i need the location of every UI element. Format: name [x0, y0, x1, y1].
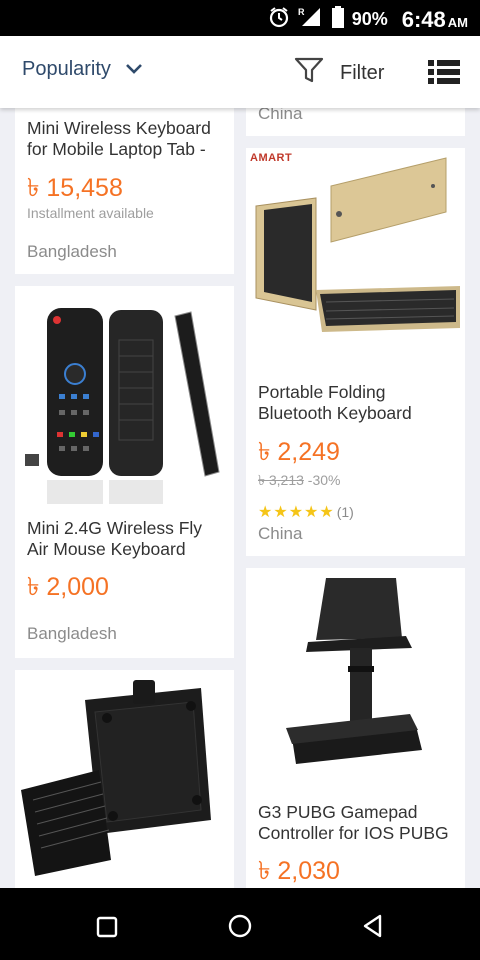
clock: 6:48 [401, 6, 446, 32]
product-title: Mini Wireless Keyboard [27, 118, 211, 138]
chevron-down-icon [125, 58, 143, 81]
installment-note: Installment available [27, 205, 154, 221]
product-image [286, 578, 422, 764]
signal-icon: R [298, 6, 324, 33]
list-view-icon[interactable] [428, 58, 460, 86]
star-icon: ★ [304, 504, 319, 521]
filter-button[interactable]: Filter [294, 56, 384, 90]
product-card[interactable]: China [246, 108, 465, 136]
battery-icon [331, 6, 344, 33]
product-title: Portable Folding [258, 382, 386, 402]
product-card[interactable]: Mini 2.4G Wireless Fly Air Mouse Keyboar… [15, 286, 234, 658]
product-grid: Mini Wireless Keyboard for Mobile Laptop… [0, 108, 480, 888]
sort-label: Popularity [22, 58, 111, 80]
star-rating: ★ ★ ★ ★ ★ (1) [258, 502, 354, 522]
product-image [25, 308, 220, 504]
product-card[interactable]: AMART Portable Folding Bluetooth Keyboar… [246, 148, 465, 556]
recents-square-icon[interactable] [96, 916, 118, 943]
alarm-icon [268, 6, 290, 33]
sort-dropdown[interactable]: Popularity [22, 58, 143, 81]
funnel-icon [294, 56, 324, 90]
product-title: Air Mouse Keyboard [27, 539, 186, 559]
system-nav-bar [0, 888, 480, 960]
product-image [255, 157, 460, 332]
product-card[interactable]: Mini Wireless Keyboard for Mobile Laptop… [15, 108, 234, 274]
product-price: ৳ 2,030 [258, 857, 340, 885]
sort-filter-bar: Popularity Filter [0, 36, 480, 108]
home-circle-icon[interactable] [228, 914, 252, 943]
filter-label: Filter [340, 61, 385, 84]
product-title: Controller for IOS PUBG [258, 823, 449, 843]
product-location: Bangladesh [27, 624, 117, 643]
star-icon: ★ [288, 504, 304, 521]
discount-badge: -30% [307, 472, 341, 488]
product-title: G3 PUBG Gamepad [258, 802, 418, 822]
rating-count: (1) [336, 504, 354, 520]
product-card[interactable] [15, 670, 234, 888]
product-image [21, 680, 211, 876]
original-price: ৳ 3,213 [258, 472, 304, 488]
product-location: China [258, 108, 303, 123]
product-title: Bluetooth Keyboard [258, 403, 412, 423]
star-icon: ★ [273, 504, 288, 521]
back-triangle-icon[interactable] [362, 914, 384, 943]
product-title: Mini 2.4G Wireless Fly [27, 518, 203, 538]
product-title: for Mobile Laptop Tab - [27, 139, 206, 159]
product-price: ৳ 2,000 [27, 573, 109, 601]
svg-text:R: R [298, 7, 305, 17]
product-location: Bangladesh [27, 242, 117, 261]
clock-ampm: AM [447, 14, 468, 30]
battery-level: 90% [351, 9, 388, 29]
star-icon: ★ [319, 504, 334, 521]
product-card[interactable]: G3 PUBG Gamepad Controller for IOS PUBG … [246, 568, 465, 888]
star-icon: ★ [258, 504, 273, 521]
status-bar: R 90% 6:48 AM [0, 0, 480, 36]
product-location: China [258, 524, 303, 543]
